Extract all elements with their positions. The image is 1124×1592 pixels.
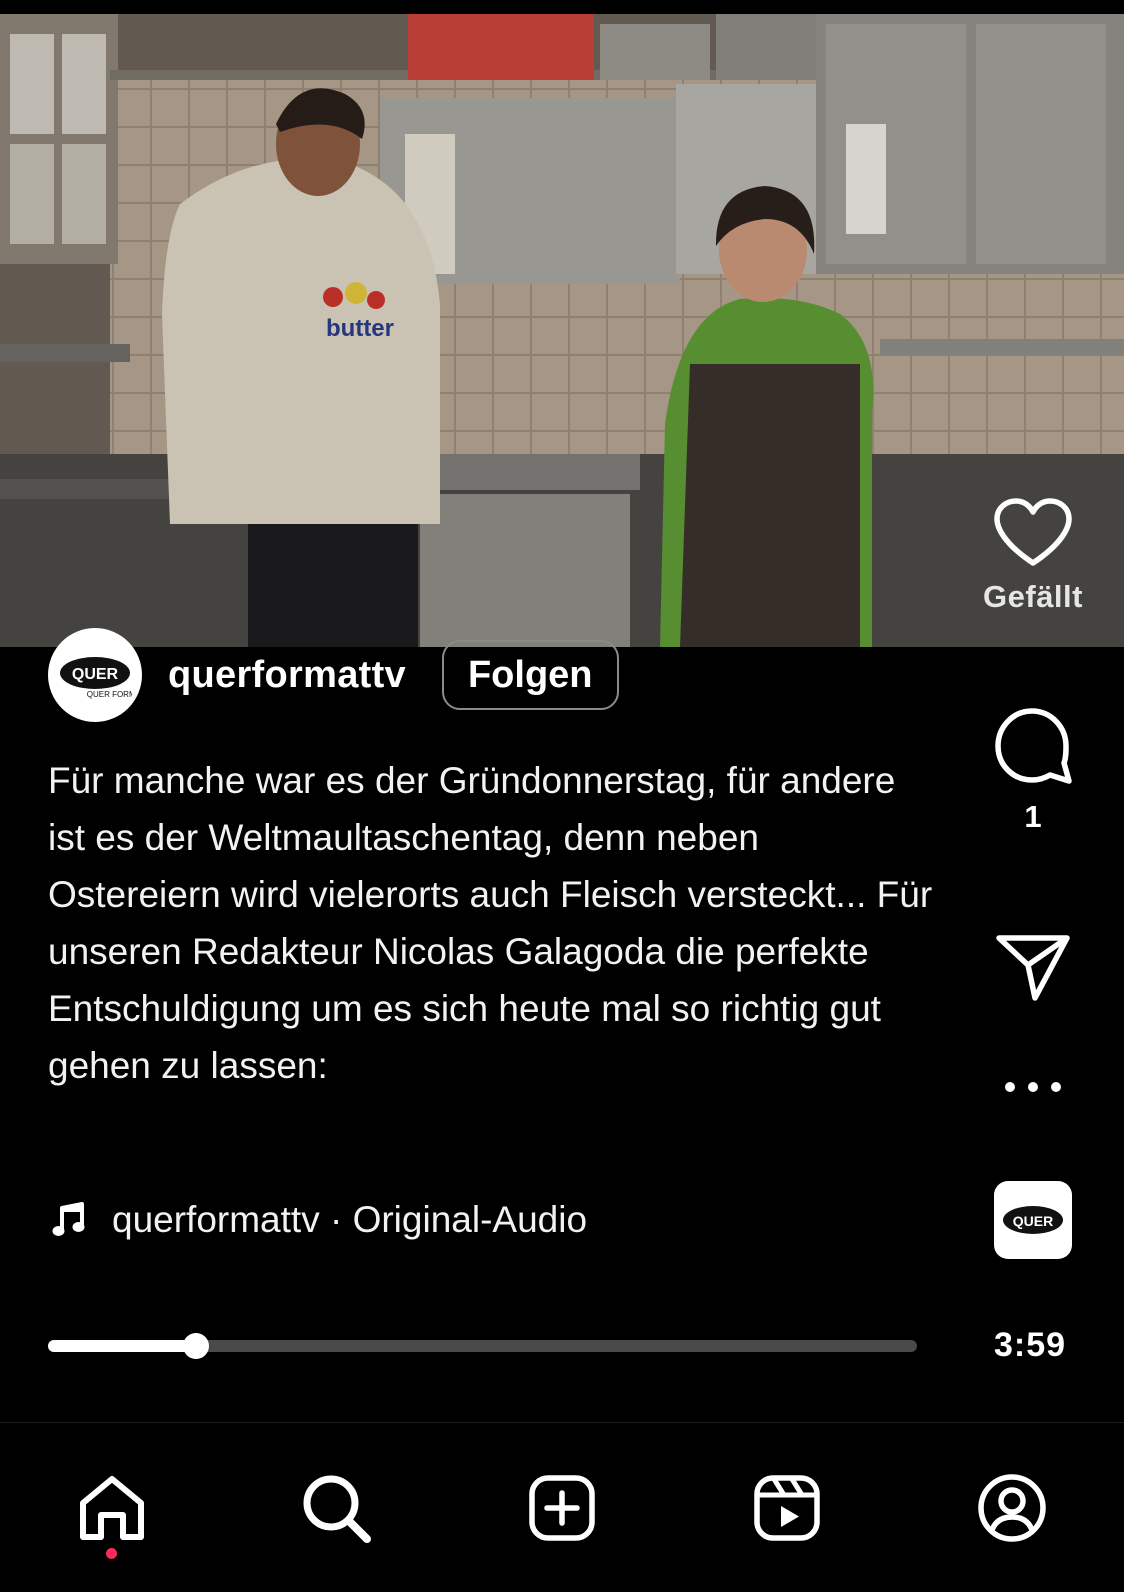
nav-search[interactable]: [291, 1463, 381, 1553]
video-player[interactable]: butter: [0, 14, 1124, 647]
author-row: QUER QUER FORMAT querformattv Folgen: [48, 627, 619, 723]
video-duration: 3:59: [994, 1326, 1067, 1364]
audio-label: querformattv · Original-Audio: [112, 1199, 588, 1240]
audio-row[interactable]: querformattv · Original-Audio: [52, 1190, 587, 1250]
speech-bubble-icon: [995, 708, 1072, 784]
more-options-button[interactable]: [978, 1080, 1088, 1094]
nav-home[interactable]: [67, 1463, 157, 1553]
music-note-icon: [52, 1202, 85, 1236]
active-tab-indicator: [106, 1548, 117, 1559]
avatar[interactable]: QUER QUER FORMAT: [48, 628, 142, 722]
username[interactable]: querformattv: [168, 654, 406, 697]
video-frame: butter: [0, 14, 1124, 647]
nav-profile[interactable]: [967, 1463, 1057, 1553]
follow-button[interactable]: Folgen: [441, 640, 619, 710]
querformat-logo: QUER QUER FORMAT: [60, 657, 132, 699]
progress-fill: [48, 1340, 196, 1352]
video-progress-bar[interactable]: [48, 1333, 917, 1359]
like-button[interactable]: Gefällt: [978, 497, 1088, 615]
search-icon: [303, 1475, 371, 1543]
post-caption[interactable]: Für manche war es der Gründonnerstag, fü…: [48, 752, 938, 1094]
share-button[interactable]: [978, 932, 1088, 1002]
heart-icon: [994, 498, 1072, 566]
reels-icon: [754, 1475, 820, 1541]
bottom-nav: [0, 1422, 1124, 1592]
profile-icon: [978, 1474, 1046, 1542]
svg-text:QUER: QUER: [1013, 1213, 1053, 1229]
audio-thumbnail[interactable]: QUER: [994, 1181, 1072, 1259]
audio-logo: QUER: [1003, 1206, 1063, 1234]
paper-plane-icon: [996, 935, 1070, 1001]
comment-button[interactable]: 1: [978, 705, 1088, 835]
nav-reels[interactable]: [742, 1463, 832, 1553]
create-icon: [529, 1475, 595, 1541]
more-horizontal-icon: [1005, 1082, 1061, 1092]
home-icon: [80, 1476, 144, 1540]
like-label: Gefällt: [983, 579, 1083, 614]
comment-count: 1: [1024, 799, 1042, 834]
svg-text:QUER FORMAT: QUER FORMAT: [87, 690, 132, 699]
progress-knob[interactable]: [182, 1333, 209, 1359]
svg-text:QUER: QUER: [72, 666, 119, 683]
nav-create[interactable]: [517, 1463, 607, 1553]
